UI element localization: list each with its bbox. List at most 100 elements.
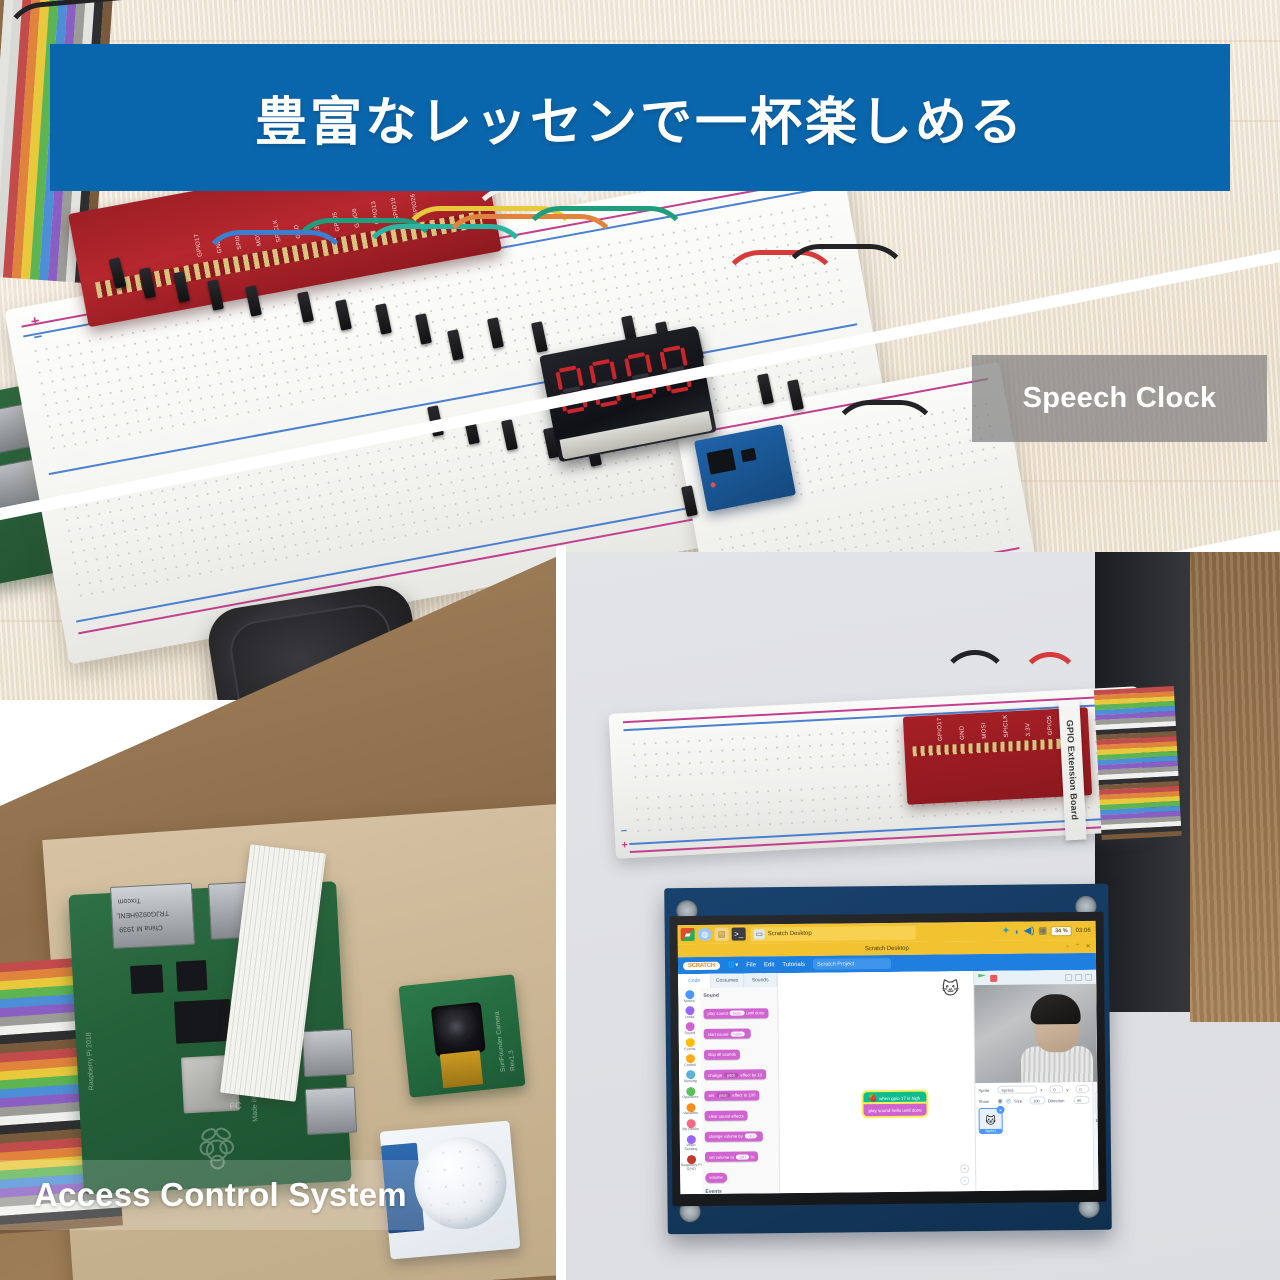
direction-label: Direction [1047, 1097, 1065, 1103]
palette-block[interactable]: change volume by -10 [704, 1130, 763, 1142]
stage-thumbnail[interactable] [1095, 1091, 1099, 1116]
show-visible-icon[interactable]: ◉ [997, 1097, 1002, 1104]
camera-module: SunFounder Camera Rev1.3 [398, 974, 526, 1098]
palette-block[interactable]: set volume to 100 % [704, 1151, 759, 1162]
stack-block-play-sound[interactable]: play sound hello until done [863, 1103, 927, 1117]
category-control[interactable]: Control [679, 1054, 701, 1067]
palette-reporter-volume[interactable]: volume [705, 1172, 727, 1183]
zoom-out-icon[interactable]: − [960, 1176, 970, 1186]
large-stage-icon[interactable] [1075, 973, 1083, 981]
palette-block[interactable]: stop all sounds [703, 1049, 740, 1060]
sprite-thumbnail[interactable]: 🐱 ✕ Sprite1 [978, 1105, 1005, 1135]
wifi-icon[interactable]: ◗ [1014, 926, 1020, 936]
wall-jumper-black [940, 650, 1010, 730]
script-stack[interactable]: 🍓 when gpio 17 is high play sound hello … [863, 1091, 927, 1117]
taskbar-window-button[interactable]: ▭ Scratch Desktop [750, 925, 916, 941]
category-looks[interactable]: Looks [678, 1006, 700, 1019]
volume-icon[interactable]: ◀) [1024, 925, 1035, 936]
category-my-blocks[interactable]: My Blocks [680, 1118, 702, 1132]
label-access-control-text: Access Control System [34, 1176, 407, 1213]
label-access-control: Access Control System [0, 1160, 440, 1230]
size-label: Size [1013, 1098, 1023, 1104]
clock: 03:06 [1075, 927, 1091, 934]
category-video-sensing[interactable]: Video Sensing [680, 1134, 702, 1152]
usb-port-right-1 [301, 1028, 355, 1078]
language-icon[interactable]: 🌐▾ [728, 962, 739, 969]
backdrops-label: Backdrops [1095, 1117, 1099, 1123]
sprite-watermark: 🐱 [941, 979, 960, 999]
category-raspberry-pi-gpio[interactable]: Raspberry Pi GPIO [680, 1154, 702, 1171]
palette-section-sound: Sound [703, 992, 719, 999]
label-speech-clock: Speech Clock [972, 355, 1267, 442]
tab-sounds[interactable]: Sounds [744, 973, 778, 988]
terminal-icon[interactable]: >_ [731, 927, 746, 941]
menu-tutorials[interactable]: Tutorials [782, 961, 805, 967]
wall-jumper-red [1020, 652, 1080, 724]
x-input[interactable]: 0 [1049, 1085, 1064, 1094]
palette-block[interactable]: set pitch effect to 100 [704, 1089, 760, 1101]
cpu-indicator: 34 % [1051, 925, 1072, 936]
green-flag-icon[interactable] [978, 974, 986, 982]
label-speech-clock-text: Speech Clock [1022, 382, 1217, 414]
small-stage-icon[interactable] [1065, 973, 1073, 981]
backdrops-count: 1 [1096, 1123, 1099, 1128]
fullscreen-icon[interactable] [1085, 973, 1093, 981]
stage-pane: Stage Backdrops 1 [1092, 1081, 1099, 1190]
headline-text: 豊富なレッセンで一杯楽しめる [254, 93, 1025, 153]
palette-block[interactable]: play sound hello until done [703, 1007, 769, 1019]
delete-sprite-icon[interactable]: ✕ [996, 1105, 1005, 1114]
window-icon: ▭ [753, 928, 765, 939]
project-name-field[interactable]: Scratch Project [813, 957, 892, 970]
block-palette[interactable]: Sound play sound hello until done start … [700, 987, 780, 1194]
panel-divider-vertical [556, 546, 566, 1280]
palette-block[interactable]: clear sound effects [704, 1110, 748, 1121]
camera-lens [430, 1001, 486, 1057]
taskbar-window-title: Scratch Desktop [767, 930, 812, 937]
y-label: y [1066, 1086, 1069, 1092]
monitor-screen: ▰ ◍ ▤ >_ ▭ Scratch Desktop ✦ ◗ ◀) ▦ 34 %… [677, 920, 1099, 1195]
category-operators[interactable]: Operators [679, 1086, 701, 1100]
hat-block-gpio[interactable]: 🍓 when gpio 17 is high [863, 1091, 927, 1105]
category-sensing[interactable]: Sensing [679, 1070, 701, 1083]
tab-code[interactable]: Code [678, 973, 712, 989]
product-marketing-image: + − + + GPIO17 GND SPI0 MOSI SPICLK GND … [0, 0, 1280, 1280]
zoom-in-icon[interactable]: + [960, 1164, 970, 1174]
menu-file[interactable]: File [746, 962, 756, 968]
jumper-wire-blue [200, 230, 350, 390]
keyboard-icon[interactable]: ▦ [1039, 925, 1048, 936]
size-input[interactable]: 100 [1028, 1096, 1045, 1105]
stop-icon[interactable] [990, 974, 998, 982]
direction-input[interactable]: 90 [1072, 1095, 1089, 1105]
show-label: Show [978, 1098, 989, 1104]
category-variables[interactable]: Variables [679, 1102, 701, 1116]
stage-video-preview [974, 983, 1098, 1084]
sprite-info-panel: Sprite Sprite1 x 0 y 0 Show ◉ ◎ Size 100… [975, 1081, 1094, 1192]
category-events[interactable]: Events [679, 1038, 701, 1051]
y-input[interactable]: 0 [1075, 1084, 1090, 1094]
hdmi-monitor: ▰ ◍ ▤ >_ ▭ Scratch Desktop ✦ ◗ ◀) ▦ 34 %… [664, 883, 1112, 1235]
menu-edit[interactable]: Edit [764, 962, 774, 968]
sprite-label: Sprite [978, 1087, 990, 1093]
category-motion[interactable]: Motion [678, 990, 700, 1003]
window-buttons[interactable]: − ⌃ ✕ [1066, 943, 1093, 950]
menu-icon[interactable]: ▰ [680, 928, 695, 942]
stage-title: Stage [1095, 1085, 1098, 1090]
category-sound[interactable]: Sound [679, 1022, 701, 1035]
scratch-logo: SCRATCH [682, 961, 720, 970]
show-hidden-icon[interactable]: ◎ [1006, 1097, 1011, 1104]
palette-section-events: Events [705, 1188, 722, 1194]
sprite-name-input[interactable]: Sprite1 [997, 1085, 1038, 1094]
folder-icon[interactable]: ▤ [714, 927, 729, 941]
bluetooth-icon[interactable]: ✦ [1002, 926, 1011, 937]
canvas-zoom-controls[interactable]: + − [960, 1164, 970, 1186]
palette-block[interactable]: change pitch effect by 10 [704, 1069, 766, 1080]
browser-icon[interactable]: ◍ [697, 927, 712, 941]
x-label: x [1040, 1086, 1043, 1092]
palette-block[interactable]: start sound hello [703, 1028, 751, 1039]
tab-costumes[interactable]: Costumes [711, 973, 745, 988]
editor-tabs: Code Costumes Sounds [678, 973, 778, 989]
headline-banner: 豊富なレッセンで一杯楽しめる [50, 44, 1230, 191]
code-canvas[interactable]: 🐱 🍓 when gpio 17 is high play sound hell… [778, 971, 977, 1194]
ethernet-port: Trxcom TRJG0926HENL China M 1939 [109, 882, 196, 949]
block-category-list: Motion Looks Sound Events Control Sensin… [678, 987, 703, 1195]
